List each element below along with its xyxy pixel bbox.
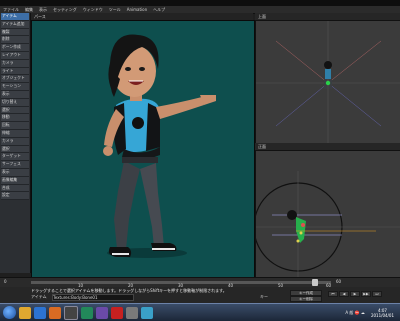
menu-edit[interactable]: 編集 <box>22 7 36 12</box>
timeline-end: 60 <box>336 279 342 284</box>
bottom-viewport-header: 正面 <box>255 143 400 150</box>
tool-item[interactable]: 画像編集 <box>1 176 29 185</box>
play-icon[interactable]: ▶ <box>350 291 360 297</box>
menu-animation[interactable]: Animation <box>124 7 150 12</box>
menu-settings[interactable]: セッティング <box>50 7 80 12</box>
app-icon[interactable] <box>96 306 108 319</box>
app-icon[interactable] <box>64 305 78 320</box>
tool-item[interactable]: 選択 <box>1 145 29 154</box>
menu-tools[interactable]: ツール <box>106 7 124 12</box>
item-label: アイテム <box>31 294 47 299</box>
top-viewport[interactable] <box>255 20 400 145</box>
playback-controls: ⏮ ◀ ▶ ▶▶ ⏭ <box>328 291 382 297</box>
bottom-viewport[interactable] <box>253 150 400 278</box>
tray-indicators[interactable]: A 般 ⛔ ☁ <box>345 310 365 315</box>
tool-item[interactable]: 移動 <box>1 114 29 123</box>
left-tool-panel: アイテム アイテム追加 複製 削除 ボーン作成 レイアウト カメラ ライト オブ… <box>0 13 31 273</box>
tool-item[interactable]: カメラ <box>1 137 29 146</box>
status-message: ドラッグすることで選択アイテムを移動します。ドラッグしながらShiftキーを押す… <box>31 288 227 293</box>
tool-item[interactable]: レイアウト <box>1 51 29 60</box>
top-viewport-header: 上面 <box>255 13 400 20</box>
tool-item[interactable]: 表示 <box>1 168 29 177</box>
main-viewport[interactable] <box>31 20 255 278</box>
media-icon[interactable] <box>34 306 46 319</box>
tool-item[interactable]: サーフェス <box>1 161 29 169</box>
menu-view[interactable]: 表示 <box>36 7 50 12</box>
tool-item[interactable]: 回転 <box>1 122 29 130</box>
tool-item[interactable]: カメラ <box>1 59 29 68</box>
tool-item[interactable]: 表示 <box>1 90 29 99</box>
character-render <box>103 34 216 258</box>
delete-key-button[interactable]: キー削除 <box>290 296 322 302</box>
first-frame-icon[interactable]: ⏮ <box>328 291 338 297</box>
viewport-label[interactable]: パース <box>31 14 49 19</box>
top-viewport-scene <box>256 21 400 144</box>
taskbar: A 般 ⛔ ☁ 4:07 2011/04/01 <box>0 303 400 321</box>
timeline-start: 0 <box>4 279 7 284</box>
last-frame-icon[interactable]: ⏭ <box>372 291 382 297</box>
tool-item[interactable]: 切り替え <box>1 98 29 107</box>
tool-item[interactable]: 複製 <box>1 28 29 37</box>
app-icon[interactable] <box>81 306 93 319</box>
viewport-label[interactable]: 上面 <box>255 14 269 19</box>
next-frame-icon[interactable]: ▶▶ <box>361 291 371 297</box>
tool-item[interactable]: モーション <box>1 83 29 91</box>
app-icon[interactable] <box>126 306 138 319</box>
clock-date: 2011/04/01 <box>370 312 394 318</box>
tool-item[interactable]: 削除 <box>1 36 29 45</box>
tool-item[interactable]: アイテム <box>1 13 29 21</box>
app-icon[interactable] <box>141 306 153 319</box>
timeline-playhead[interactable] <box>312 279 318 286</box>
key-label: キー <box>260 294 268 299</box>
tool-item[interactable]: 伸縮 <box>1 129 29 138</box>
prev-frame-icon[interactable]: ◀ <box>339 291 349 297</box>
tool-item[interactable]: ライト <box>1 67 29 76</box>
tool-item[interactable]: ターゲット <box>1 153 29 162</box>
menu-help[interactable]: ヘルプ <box>150 7 168 12</box>
bottom-viewport-scene <box>253 171 400 277</box>
tool-item[interactable]: 設定 <box>1 192 29 201</box>
firefox-icon[interactable] <box>49 306 61 319</box>
viewport-label[interactable]: 正面 <box>255 144 269 149</box>
clock[interactable]: 4:07 2011/04/01 <box>371 308 394 318</box>
tool-item[interactable]: ボーン作成 <box>1 44 29 52</box>
status-panel: ドラッグすることで選択アイテムを移動します。ドラッグしながらShiftキーを押す… <box>0 287 400 303</box>
menu-file[interactable]: ファイル <box>0 7 22 12</box>
start-orb-icon[interactable] <box>3 306 16 319</box>
main-viewport-header: パース <box>31 13 253 20</box>
tool-item[interactable]: 合成 <box>1 184 29 193</box>
pdf-icon[interactable] <box>111 306 123 319</box>
tool-item[interactable]: 選択 <box>1 106 29 115</box>
menu-window[interactable]: ウィンドウ <box>80 7 106 12</box>
tool-item[interactable]: アイテム追加 <box>1 20 29 29</box>
explorer-icon[interactable] <box>19 306 31 319</box>
tool-item[interactable]: オブジェクト <box>1 75 29 84</box>
item-select[interactable]: Textures:Body:Bone01 <box>52 294 134 301</box>
